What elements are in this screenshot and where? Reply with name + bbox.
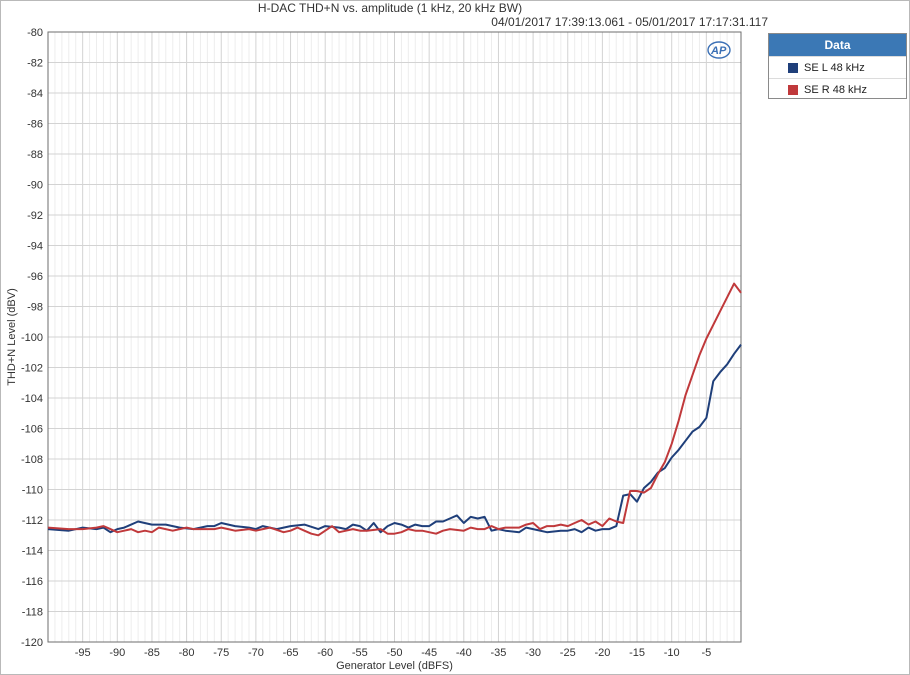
y-tick-label: -102 — [21, 363, 43, 375]
y-tick-label: -118 — [22, 607, 43, 619]
x-tick-label: -40 — [456, 647, 472, 659]
y-tick-label: -108 — [21, 454, 43, 466]
y-tick-label: -120 — [21, 637, 43, 649]
x-tick-label: -20 — [594, 647, 610, 659]
legend-label-se-l: SE L 48 kHz — [804, 61, 865, 74]
x-tick-label: -95 — [75, 647, 91, 659]
legend-label-se-r: SE R 48 kHz — [804, 83, 867, 96]
y-tick-label: -94 — [27, 241, 43, 253]
x-tick-label: -50 — [387, 647, 403, 659]
x-tick-label: -60 — [317, 647, 333, 659]
y-tick-label: -84 — [27, 88, 43, 100]
legend-swatch-se-l — [788, 62, 798, 73]
legend-title: Data — [769, 34, 906, 56]
x-tick-label: -75 — [213, 647, 229, 659]
y-tick-label: -110 — [22, 485, 43, 497]
legend: Data SE L 48 kHz SE R 48 kHz — [768, 33, 907, 99]
x-tick-label: -10 — [664, 647, 680, 659]
x-tick-label: -65 — [283, 647, 299, 659]
y-tick-label: -116 — [22, 576, 43, 588]
y-tick-label: -104 — [21, 393, 43, 405]
y-tick-label: -96 — [27, 271, 43, 283]
y-axis-label: THD+N Level (dBV) — [6, 288, 18, 386]
y-tick-label: -114 — [22, 546, 43, 558]
legend-item-se-l[interactable]: SE L 48 kHz — [769, 56, 906, 78]
x-tick-label: -25 — [560, 647, 576, 659]
x-tick-label: -80 — [179, 647, 195, 659]
y-tick-label: -92 — [27, 210, 43, 222]
y-tick-label: -106 — [21, 424, 43, 436]
chart-plot: -80 -82 -84 -86 -88 -90 -92 -94 -96 -98 -100 -102 -1… — [6, 27, 742, 672]
x-tick-label: -55 — [352, 647, 368, 659]
x-axis-label: Generator Level (dBFS) — [336, 660, 453, 672]
x-tick-label: -45 — [421, 647, 437, 659]
y-tick-label: -112 — [22, 515, 43, 527]
y-tick-label: -100 — [21, 332, 43, 344]
legend-item-se-r[interactable]: SE R 48 kHz — [769, 78, 906, 100]
y-tick-label: -86 — [27, 119, 43, 131]
x-tick-label: -70 — [248, 647, 264, 659]
x-tick-label: -85 — [144, 647, 160, 659]
x-tick-label: -35 — [490, 647, 506, 659]
y-tick-label: -90 — [27, 180, 43, 192]
svg-text:AP: AP — [710, 45, 727, 57]
x-tick-label: -5 — [701, 647, 711, 659]
legend-swatch-se-r — [788, 84, 798, 95]
x-tick-label: -90 — [109, 647, 125, 659]
x-tick-label: -15 — [629, 647, 645, 659]
y-tick-label: -88 — [27, 149, 43, 161]
y-tick-label: -80 — [27, 27, 43, 39]
y-tick-label: -98 — [27, 302, 43, 314]
ap-logo-icon: AP — [707, 41, 731, 59]
y-tick-label: -82 — [27, 58, 43, 70]
x-tick-label: -30 — [525, 647, 541, 659]
